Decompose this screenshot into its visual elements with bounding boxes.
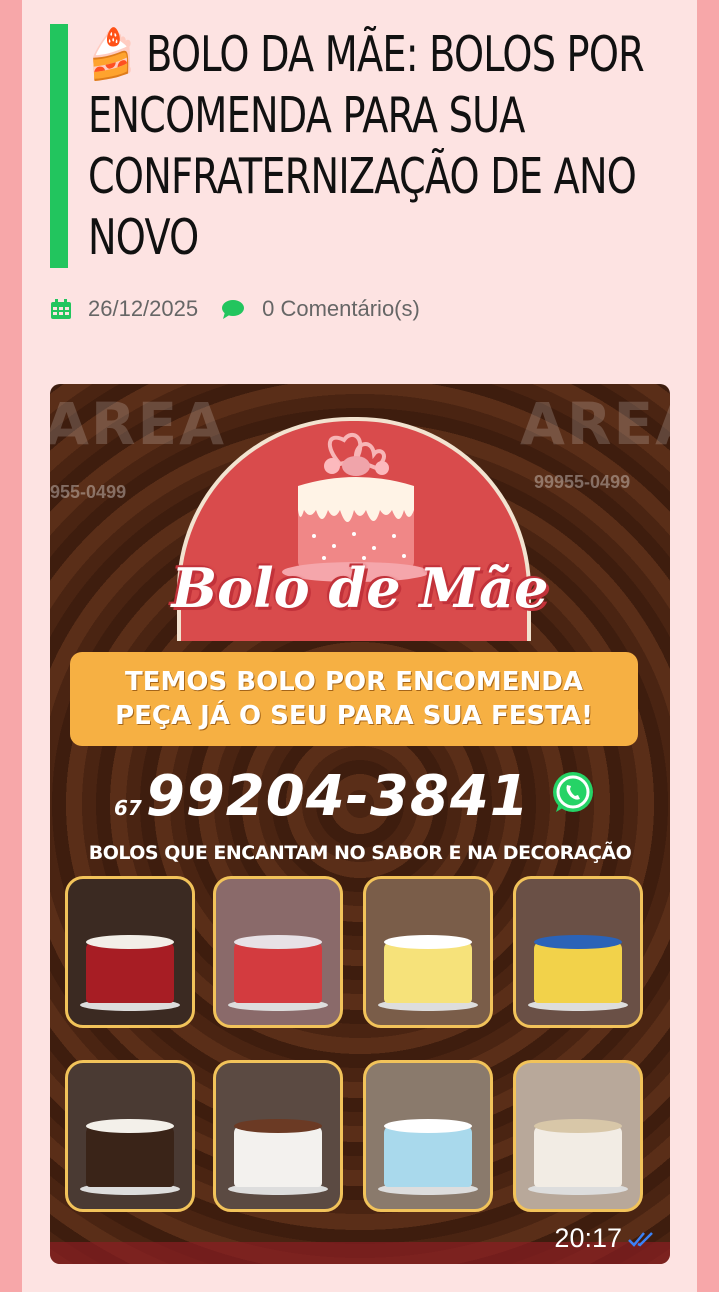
brand-name: Bolo de Mãe [171, 556, 549, 620]
phone-ddd: 67 [114, 796, 142, 820]
post-date: 26/12/2025 [88, 296, 199, 321]
watermark-left: AREA [50, 390, 227, 458]
calendar-icon [51, 299, 71, 319]
watermark-phone-left: 99955-0499 [50, 482, 127, 502]
post-image[interactable]: AREA AREA 99955-0499 99955-0499 Bolo de … [50, 384, 670, 1264]
cake-photo-5[interactable] [65, 1060, 195, 1212]
watermark-phone-right: 99955-0499 [534, 472, 631, 492]
message-time: 20:17 [554, 1223, 622, 1253]
tagline: BOLOS QUE ENCANTAM NO SABOR E NA DECORAÇ… [88, 842, 632, 864]
post-card: 🍰 BOLO DA MÃE: BOLOS POR ENCOMENDA PARA … [22, 0, 697, 1292]
comment-icon [222, 300, 245, 319]
cake-photo-2[interactable] [213, 876, 343, 1028]
whatsapp-icon[interactable] [550, 770, 596, 816]
phone-number[interactable]: 67 99204-3841 [114, 764, 530, 829]
order-banner: TEMOS BOLO POR ENCOMENDA PEÇA JÁ O SEU P… [70, 652, 638, 746]
post-title-block: 🍰 BOLO DA MÃE: BOLOS POR ENCOMENDA PARA … [50, 24, 708, 268]
watermark-right: AREA [520, 390, 670, 458]
banner-line-2: PEÇA JÁ O SEU PARA SUA FESTA! [115, 701, 593, 731]
phone-digits: 99204-3841 [145, 764, 530, 829]
banner-line-1: TEMOS BOLO POR ENCOMENDA [125, 667, 583, 697]
double-check-icon [628, 1232, 653, 1247]
post-meta: 26/12/2025 0 Comentário(s) [50, 296, 420, 322]
post-title[interactable]: 🍰 BOLO DA MÃE: BOLOS POR ENCOMENDA PARA … [88, 24, 708, 268]
cake-photo-8[interactable] [513, 1060, 643, 1212]
cake-photo-3[interactable] [363, 876, 493, 1028]
cake-photo-6[interactable] [213, 1060, 343, 1212]
comment-count[interactable]: 0 Comentário(s) [262, 296, 420, 322]
cake-photo-4[interactable] [513, 876, 643, 1028]
cake-photo-1[interactable] [65, 876, 195, 1028]
cake-photo-7[interactable] [363, 1060, 493, 1212]
